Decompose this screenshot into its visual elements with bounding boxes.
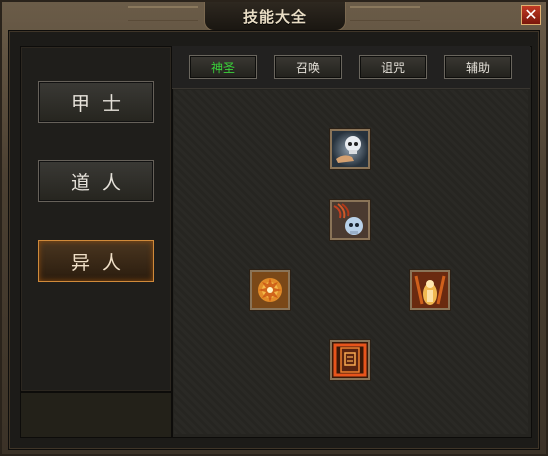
skill-slot-flame-tome[interactable] — [330, 340, 370, 380]
window-title: 技能大全 — [242, 7, 307, 26]
title-ornament-left — [128, 6, 198, 21]
skull-claw-icon — [332, 202, 368, 238]
skill-slot-skull-claw[interactable] — [330, 200, 370, 240]
title-ornament-right — [350, 6, 420, 21]
class-label: 异人 — [70, 251, 133, 274]
tab-label: 神圣 — [210, 60, 235, 75]
class-label: 道人 — [70, 171, 133, 194]
tab-support[interactable]: 辅助 — [444, 55, 512, 79]
skill-slot-skull-hand[interactable] — [330, 129, 370, 169]
class-label: 甲士 — [70, 92, 133, 115]
tab-label: 召唤 — [295, 60, 320, 75]
close-icon: ✕ — [524, 5, 538, 24]
flame-tome-icon — [332, 342, 368, 378]
tab-label: 辅助 — [465, 60, 490, 75]
tab-summon[interactable]: 召唤 — [274, 55, 342, 79]
skill-slot-light-aura[interactable] — [410, 270, 450, 310]
light-aura-icon — [412, 272, 448, 308]
class-button-warrior[interactable]: 甲士 — [38, 81, 154, 123]
close-button[interactable]: ✕ — [521, 5, 541, 25]
skill-slot-fire-rune[interactable] — [250, 270, 290, 310]
tab-label: 诅咒 — [380, 60, 405, 75]
tab-holy[interactable]: 神圣 — [189, 55, 257, 79]
class-button-mystic[interactable]: 异人 — [38, 240, 154, 282]
skull-hand-icon — [332, 131, 368, 167]
class-list-footer — [20, 392, 172, 438]
class-button-taoist[interactable]: 道人 — [38, 160, 154, 202]
fire-rune-icon — [252, 272, 288, 308]
tab-curse[interactable]: 诅咒 — [359, 55, 427, 79]
title-plate: 技能大全 — [204, 2, 346, 31]
